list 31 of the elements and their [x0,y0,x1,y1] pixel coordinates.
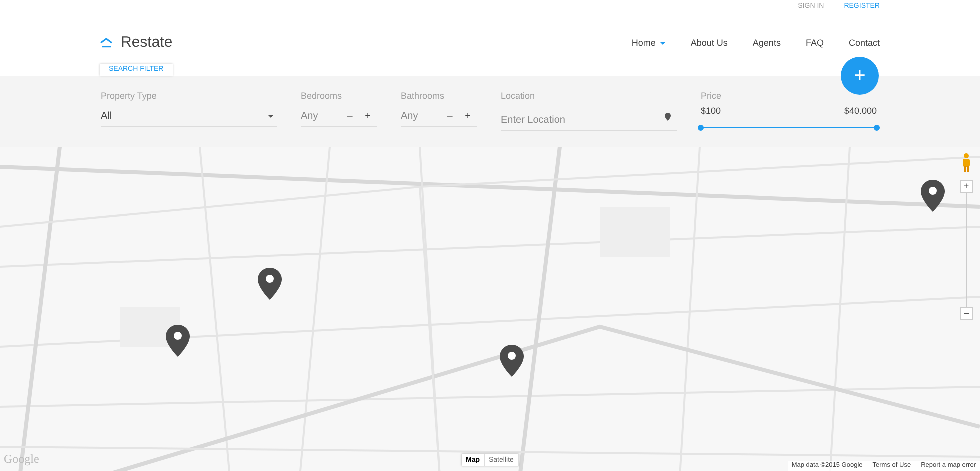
property-type-select[interactable]: All [101,107,277,127]
nav-link[interactable]: Contact [848,36,880,50]
house-icon [100,38,113,48]
minus-button[interactable]: – [441,109,459,124]
nav-link[interactable]: FAQ [806,36,824,50]
map-logo: Google [4,451,40,468]
nav-link[interactable]: About Us [690,36,728,50]
map-pin-icon[interactable] [921,180,945,212]
map-pin-icon[interactable] [166,325,190,357]
map-pin-icon[interactable] [258,268,282,300]
field-label: Location [501,92,536,101]
minus-button[interactable]: – [341,109,359,124]
logo-text: Restate [121,33,173,53]
field-label: Property Type [101,92,158,101]
count-field[interactable]: Any [401,109,441,124]
field-label: Price [701,92,723,101]
nav-link[interactable]: Home [632,36,666,50]
nav-link[interactable]: Agents [752,36,781,50]
plus-button[interactable]: + [359,109,377,124]
count-field[interactable]: Any [301,109,341,124]
location-field[interactable]: Enter Location [501,111,677,131]
field-label: Bathrooms [401,92,446,101]
map-pin-icon[interactable] [500,345,524,377]
price-min: $100 [701,105,722,118]
price-slider[interactable] [701,124,877,132]
pin-icon [665,113,671,121]
plus-button[interactable]: + [459,109,477,124]
field-label: Bedrooms [301,92,344,101]
price-max: $40.000 [844,105,877,118]
zoom-in-button[interactable]: + [960,180,973,193]
zoom-out-button[interactable]: – [960,307,973,320]
